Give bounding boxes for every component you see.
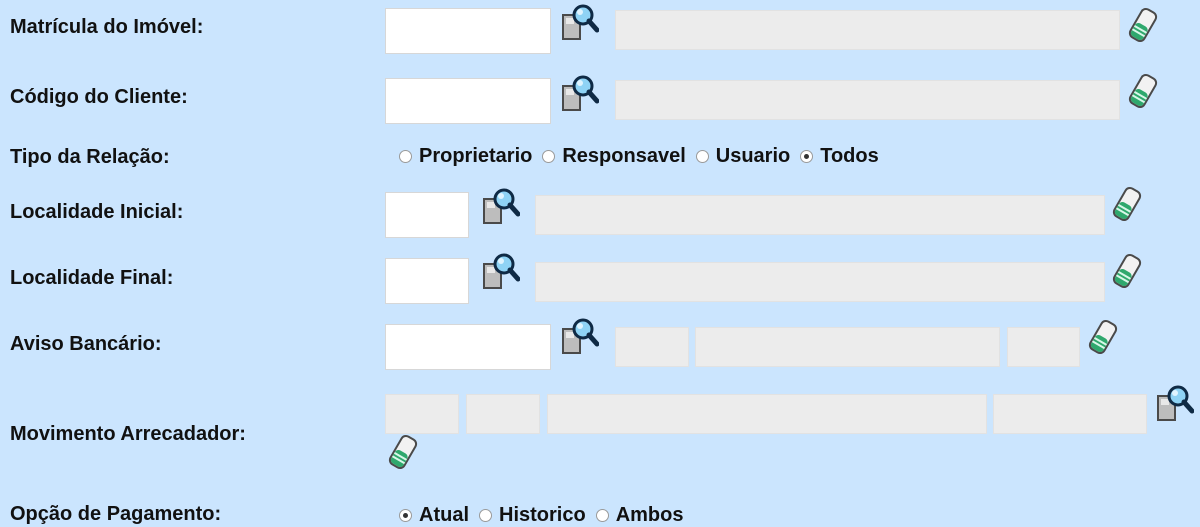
codigo-cliente-input[interactable] bbox=[385, 78, 551, 124]
radio-ambos[interactable]: Ambos bbox=[595, 504, 684, 527]
localidade-final-description bbox=[535, 262, 1105, 302]
radio-label: Responsavel bbox=[562, 145, 686, 167]
localidade-final-label: Localidade Final: bbox=[10, 267, 174, 289]
aviso-bancario-field-3 bbox=[1007, 327, 1080, 367]
radio-label: Proprietario bbox=[419, 145, 533, 167]
matricula-label: Matrícula do Imóvel: bbox=[10, 16, 204, 38]
radio-label: Atual bbox=[419, 504, 469, 526]
movimento-arrecadador-label: Movimento Arrecadador: bbox=[10, 423, 246, 445]
radio-proprietario[interactable]: Proprietario bbox=[399, 145, 532, 168]
radio-button[interactable] bbox=[479, 509, 492, 522]
eraser-icon[interactable] bbox=[1128, 6, 1158, 44]
radio-historico[interactable]: Historico bbox=[479, 504, 586, 527]
search-icon[interactable] bbox=[561, 3, 599, 43]
eraser-icon[interactable] bbox=[1088, 318, 1118, 356]
radio-label: Todos bbox=[820, 145, 879, 167]
movimento-field-2 bbox=[466, 394, 540, 434]
radio-responsavel[interactable]: Responsavel bbox=[542, 145, 686, 168]
radio-label: Historico bbox=[499, 504, 586, 526]
radio-todos[interactable]: Todos bbox=[800, 145, 879, 168]
search-icon[interactable] bbox=[561, 74, 599, 114]
radio-atual[interactable]: Atual bbox=[399, 504, 469, 527]
movimento-field-3 bbox=[547, 394, 987, 434]
radio-label: Usuario bbox=[715, 145, 791, 167]
localidade-inicial-label: Localidade Inicial: bbox=[10, 201, 184, 223]
eraser-icon[interactable] bbox=[1112, 185, 1142, 223]
search-icon[interactable] bbox=[482, 252, 520, 292]
search-icon[interactable] bbox=[561, 317, 599, 357]
movimento-field-1 bbox=[385, 394, 459, 434]
movimento-field-4 bbox=[993, 394, 1147, 434]
localidade-final-input[interactable] bbox=[385, 258, 469, 304]
aviso-bancario-field-1 bbox=[615, 327, 689, 367]
search-icon[interactable] bbox=[482, 187, 520, 227]
matricula-input[interactable] bbox=[385, 8, 551, 54]
search-icon[interactable] bbox=[1156, 384, 1194, 424]
localidade-inicial-description bbox=[535, 195, 1105, 235]
radio-button[interactable] bbox=[595, 509, 609, 522]
radio-button-selected[interactable] bbox=[399, 509, 412, 522]
aviso-bancario-label: Aviso Bancário: bbox=[10, 333, 162, 355]
radio-button[interactable] bbox=[542, 150, 556, 163]
tipo-relacao-label: Tipo da Relação: bbox=[10, 146, 170, 168]
matricula-description bbox=[615, 10, 1120, 50]
radio-button-selected[interactable] bbox=[800, 150, 814, 163]
eraser-icon[interactable] bbox=[388, 433, 418, 471]
localidade-inicial-input[interactable] bbox=[385, 192, 469, 238]
opcao-pagamento-label: Opção de Pagamento: bbox=[10, 503, 222, 525]
aviso-bancario-input[interactable] bbox=[385, 324, 551, 370]
codigo-cliente-label: Código do Cliente: bbox=[10, 86, 188, 108]
codigo-cliente-description bbox=[615, 80, 1120, 120]
eraser-icon[interactable] bbox=[1112, 252, 1142, 290]
radio-button[interactable] bbox=[399, 150, 412, 163]
radio-usuario[interactable]: Usuario bbox=[695, 145, 791, 168]
radio-label: Ambos bbox=[615, 504, 684, 526]
eraser-icon[interactable] bbox=[1128, 72, 1158, 110]
aviso-bancario-field-2 bbox=[695, 327, 1000, 367]
tipo-relacao-radio-group: Proprietario Responsavel Usuario Todos bbox=[399, 145, 889, 168]
opcao-pagamento-radio-group: Atual Historico Ambos bbox=[399, 504, 693, 527]
radio-button[interactable] bbox=[695, 150, 709, 163]
